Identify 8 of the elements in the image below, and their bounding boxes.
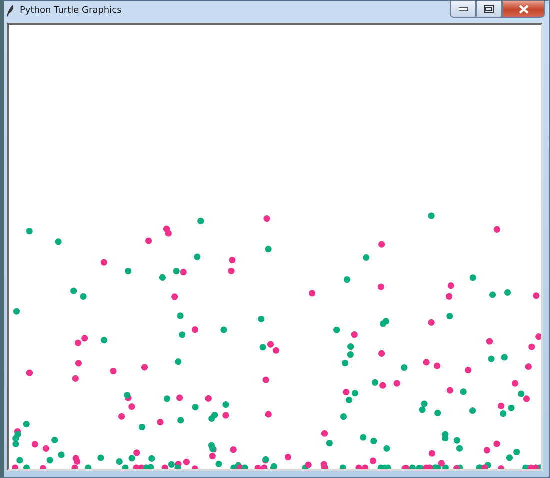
minimize-button[interactable] xyxy=(450,1,476,18)
window-title: Python Turtle Graphics xyxy=(20,6,122,16)
close-icon xyxy=(518,4,528,14)
maximize-button[interactable] xyxy=(476,1,502,18)
close-button[interactable] xyxy=(502,1,545,18)
maximize-icon xyxy=(484,5,494,13)
minimize-icon xyxy=(458,7,468,11)
feather-icon xyxy=(7,5,15,17)
